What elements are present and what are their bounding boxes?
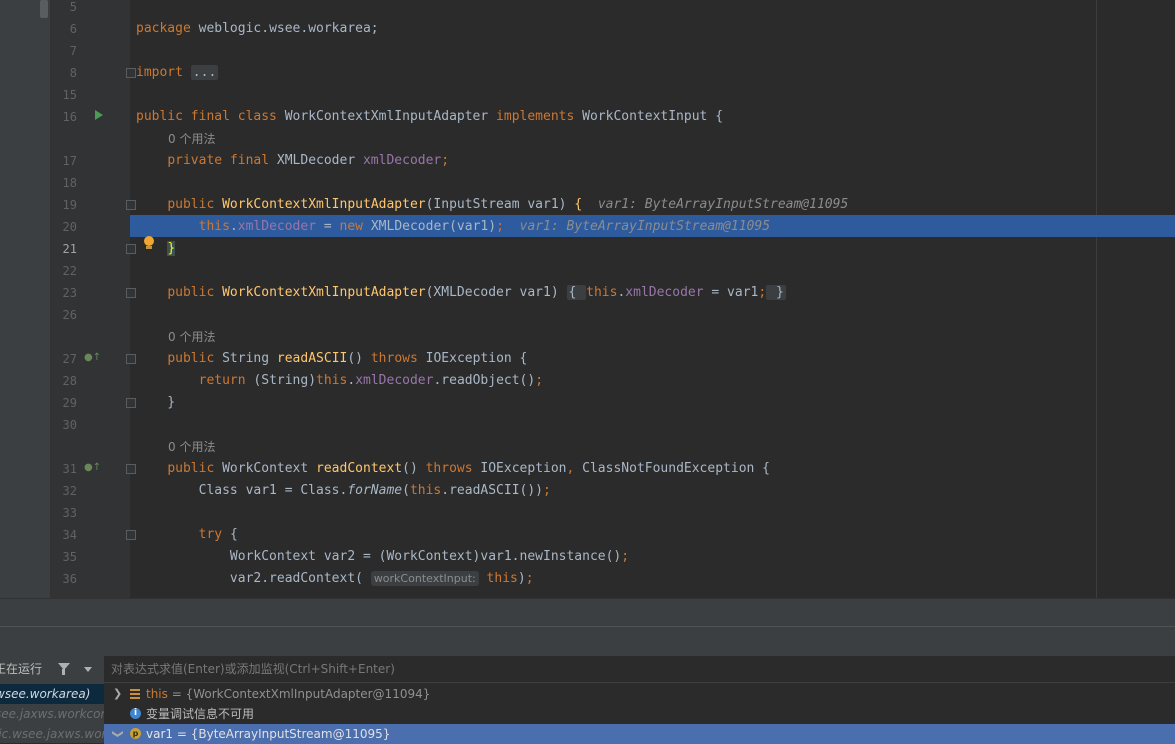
code-line[interactable]: public WorkContext readContext() throws … [136,458,770,480]
frames-panel: 正在运行 wsee.workarea) see.jaxws.workcontex… [0,656,105,743]
variable-info-row: i 变量调试信息不可用 [104,704,1175,724]
chevron-down-icon[interactable]: ❯ [108,729,128,738]
panel-splitter[interactable] [0,598,1175,627]
line-number: 7 [69,44,77,58]
code-line[interactable]: return (String)this.xmlDecoder.readObjec… [136,370,543,392]
code-line[interactable]: try { [136,524,238,546]
line-number: 6 [69,22,77,36]
code-line[interactable]: public WorkContextXmlInputAdapter(XMLDec… [136,282,786,304]
code-line[interactable]: package weblogic.wsee.workarea; [136,18,379,40]
line-number: 26 [62,308,77,322]
evaluate-expression-bar [104,656,1175,683]
info-icon: i [130,708,141,719]
filter-icon[interactable] [62,669,65,675]
code-line[interactable]: var2.readContext( workContextInput: this… [136,568,534,590]
fold-toggle-icon[interactable] [126,244,136,254]
line-number: 30 [62,418,77,432]
evaluate-expression-input[interactable] [106,659,1175,679]
fold-toggle-icon[interactable] [126,354,136,364]
variable-row-this[interactable]: ❯ this = {WorkContextXmlInputAdapter@110… [104,684,1175,704]
line-number: 23 [62,286,77,300]
line-number: 5 [69,0,77,14]
line-number: 33 [62,506,77,520]
line-number: 34 [62,528,77,542]
chevron-right-icon[interactable]: ❯ [113,684,122,704]
line-number: 8 [69,66,77,80]
parameter-hint: workContextInput: [370,571,479,586]
line-number-current: 21 [62,242,77,256]
line-number: 36 [62,572,77,586]
inline-debug-value: var1: ByteArrayInputStream@11095 [519,219,771,234]
line-number: 22 [62,264,77,278]
fold-toggle-icon[interactable] [126,530,136,540]
run-icon[interactable] [95,110,103,120]
usage-hint[interactable]: 0 个用法 [168,326,215,348]
code-line-execution-point[interactable]: this.xmlDecoder = new XMLDecoder(var1); … [136,216,770,238]
thread-status: 正在运行 [0,662,43,676]
line-number: 31 [62,462,77,476]
stack-frame[interactable]: wsee.workarea) [0,684,104,704]
fold-toggle-icon[interactable] [126,68,136,78]
right-margin-guide [1096,0,1097,598]
fold-toggle-icon[interactable] [126,200,136,210]
fold-toggle-icon[interactable] [126,288,136,298]
line-number: 27 [62,352,77,366]
line-number: 28 [62,374,77,388]
usage-hint[interactable]: 0 个用法 [168,128,215,150]
fold-toggle-icon[interactable] [126,398,136,408]
stack-frame[interactable]: see.jaxws.workcontext [0,704,104,724]
line-number: 18 [62,176,77,190]
thread-selector[interactable]: 正在运行 [0,656,104,682]
code-line[interactable]: public String readASCII() throws IOExcep… [136,348,527,370]
parameter-icon: p [130,728,141,739]
code-line[interactable]: private final XMLDecoder xmlDecoder; [136,150,449,172]
line-number: 17 [62,154,77,168]
line-number: 20 [62,220,77,234]
stack-frame[interactable]: lic.wsee.jaxws.work [0,724,104,744]
variable-row-var1[interactable]: ❯ p var1 = {ByteArrayInputStream@11095} [104,724,1175,744]
code-line[interactable]: Class var1 = Class.forName(this.readASCI… [136,480,551,502]
implements-icon[interactable]: ●↑ [84,462,101,473]
chevron-down-icon[interactable] [84,667,92,672]
line-number: 16 [62,110,77,124]
line-number: 15 [62,88,77,102]
inline-debug-value: var1: ByteArrayInputStream@11095 [597,197,849,212]
project-tool-strip [0,0,50,598]
variables-panel: ❯ this = {WorkContextXmlInputAdapter@110… [104,656,1175,744]
code-line[interactable]: WorkContext var2 = (WorkContext)var1.new… [136,546,629,568]
code-line[interactable]: import ... [136,62,219,84]
line-number: 29 [62,396,77,410]
line-number: 35 [62,550,77,564]
code-line[interactable]: } [136,238,176,260]
fold-toggle-icon[interactable] [126,464,136,474]
code-line[interactable]: public final class WorkContextXmlInputAd… [136,106,723,128]
usage-hint[interactable]: 0 个用法 [168,436,215,458]
implements-icon[interactable]: ●↑ [84,352,101,363]
line-number: 19 [62,198,77,212]
folded-imports[interactable]: ... [190,65,219,80]
debug-toolbar [0,626,1175,657]
line-number: 32 [62,484,77,498]
code-line[interactable]: } [136,392,175,414]
field-icon [130,689,140,699]
code-line[interactable]: public WorkContextXmlInputAdapter(InputS… [136,194,848,216]
scroll-thumb[interactable] [40,0,48,18]
